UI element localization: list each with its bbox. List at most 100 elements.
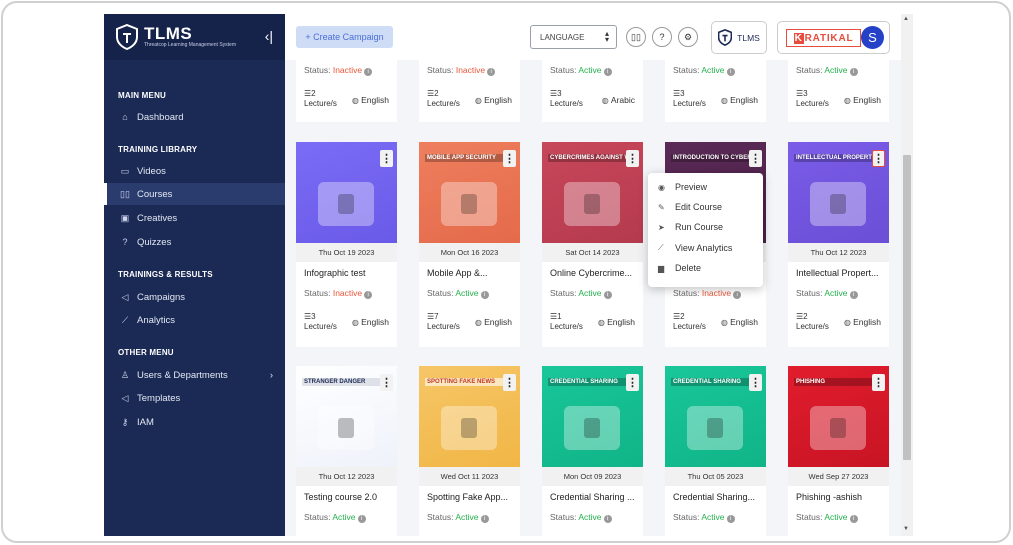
sidebar-item-templates[interactable]: ◁ Templates [104,387,285,409]
sidebar-item-iam[interactable]: ⚷ IAM [104,411,285,433]
info-icon[interactable]: i [357,515,366,523]
info-icon[interactable]: i [603,291,612,299]
course-card[interactable]: CREDENTIAL SHARING ⋮ Thu Oct 05 2023 Creden… [665,366,766,536]
course-card[interactable]: Status: Inactive i ☰2 Lecture/s ◍ English [419,60,520,122]
lecture-count: ☰2 Lecture/s [427,89,460,109]
info-icon[interactable]: i [733,291,742,299]
menu-item-edit-course[interactable]: ✎ Edit Course [658,202,722,212]
help-button[interactable]: ? [652,27,672,47]
course-language: ◍ English [844,317,881,327]
info-icon[interactable]: i [726,68,735,76]
avatar[interactable]: S [861,26,884,49]
create-campaign-button[interactable]: + Create Campaign [296,26,393,48]
lecture-count: ☰2 Lecture/s [304,89,337,109]
scrollbar[interactable]: ▲ ▼ [901,14,913,536]
sidebar-item-analytics[interactable]: ⟋ Analytics [104,309,285,331]
status-value: Active [824,65,848,75]
globe-icon: ◍ [601,96,611,105]
sidebar-item-quizzes[interactable]: ? Quizzes [104,231,285,253]
course-language-value: English [730,95,758,105]
course-card[interactable]: ⋮ Thu Oct 19 2023 Infographic test Status: … [296,142,397,347]
kebab-menu-button[interactable]: ⋮ [380,374,393,391]
course-card[interactable]: INTELLECTUAL PROPERT ⋮ Thu Oct 12 2023 Inte… [788,142,889,347]
settings-button[interactable]: ⚙ [678,27,698,47]
scroll-up-icon[interactable]: ▲ [903,16,909,22]
scrollbar-thumb[interactable] [903,155,911,460]
kebab-menu-button[interactable]: ⋮ [503,374,516,391]
course-thumbnail[interactable]: CREDENTIAL SHARING ⋮ [542,366,643,467]
course-thumbnail[interactable]: CREDENTIAL SHARING ⋮ [665,366,766,467]
info-icon[interactable]: i [480,291,489,299]
course-title: Mobile App &... [427,268,488,278]
status-prefix: Status: [304,65,331,75]
course-language: ◍ English [598,317,635,327]
sidebar-item-courses[interactable]: ▯▯ Courses [104,183,285,205]
book-button[interactable]: ▯▯ [626,27,646,47]
info-icon[interactable]: i [603,68,612,76]
info-icon[interactable]: i [480,515,489,523]
course-thumbnail[interactable]: MOBILE APP SECURITY ⋮ [419,142,520,243]
course-card[interactable]: STRANGER DANGER ⋮ Thu Oct 12 2023 Testing c… [296,366,397,536]
info-icon[interactable]: i [487,68,496,76]
menu-item-label: Run Course [675,222,724,232]
info-icon[interactable]: i [603,515,612,523]
menu-item-run-course[interactable]: ➤ Run Course [658,222,723,232]
scroll-down-icon[interactable]: ▼ [903,526,909,532]
course-status: Status: Active i [550,288,612,299]
course-language-value: English [361,95,389,105]
sidebar-item-videos[interactable]: ▭ Videos [104,160,285,182]
course-thumbnail[interactable]: STRANGER DANGER ⋮ [296,366,397,467]
course-card[interactable]: CREDENTIAL SHARING ⋮ Mon Oct 09 2023 Creden… [542,366,643,536]
globe-icon: ◍ [597,318,608,327]
menu-item-preview[interactable]: ◉ Preview [658,182,707,192]
menu-item-delete[interactable]: ▆ Delete [658,263,701,273]
sidebar-item-users-departments[interactable]: ♙ Users & Departments › [104,364,285,386]
lecture-suffix: Lecture/s [550,322,583,331]
course-card[interactable]: Status: Active i ☰3 Lecture/s ◍ English [665,60,766,122]
globe-icon: ◍ [720,318,731,327]
thumbnail-caption: INTRODUCTION TO CYBERCR [671,154,751,162]
company-profile-button[interactable]: K RATIKAL S [777,21,890,54]
menu-item-view-analytics[interactable]: ⟋ View Analytics [658,243,732,253]
product-switch-button[interactable]: TLMS [711,21,767,54]
info-icon[interactable]: i [849,68,858,76]
language-select[interactable]: LANGUAGE ▴ ▾ [530,25,617,49]
sidebar-item-dashboard[interactable]: ⌂ Dashboard [104,106,285,128]
info-icon[interactable]: i [849,515,858,523]
course-card[interactable]: Status: Inactive i ☰2 Lecture/s ◍ English [296,60,397,122]
lecture-suffix: Lecture/s [796,322,829,331]
info-icon[interactable]: i [364,291,373,299]
kebab-menu-button[interactable]: ⋮ [626,150,639,167]
kebab-menu-button[interactable]: ⋮ [626,374,639,391]
course-card[interactable]: PHISHING ⋮ Wed Sep 27 2023 Phishing -ashish… [788,366,889,536]
logo[interactable]: TLMS Threatcop Learning Management Syste… [104,14,285,60]
trash-icon: ▆ [658,263,665,273]
course-thumbnail[interactable]: PHISHING ⋮ [788,366,889,467]
course-thumbnail[interactable]: SPOTTING FAKE NEWS ⋮ [419,366,520,467]
info-icon[interactable]: i [849,291,858,299]
course-card[interactable]: Status: Active i ☰3 Lecture/s ◍ Arabic [542,60,643,122]
kebab-menu-button[interactable]: ⋮ [749,374,762,391]
info-icon[interactable]: i [364,68,373,76]
course-card[interactable]: MOBILE APP SECURITY ⋮ Mon Oct 16 2023 Mobil… [419,142,520,347]
course-card[interactable]: Status: Active i ☰3 Lecture/s ◍ English [788,60,889,122]
kebab-menu-button[interactable]: ⋮ [872,374,885,391]
info-icon[interactable]: i [726,515,735,523]
course-status: Status: Active i [796,512,858,523]
kebab-menu-button[interactable]: ⋮ [749,150,762,167]
collapse-sidebar-icon[interactable]: ‹| [265,28,273,44]
kebab-menu-button[interactable]: ⋮ [380,150,393,167]
kebab-menu-button[interactable]: ⋮ [503,150,516,167]
sidebar-item-creatives[interactable]: ▣ Creatives [104,207,285,229]
course-thumbnail[interactable]: INTELLECTUAL PROPERT ⋮ [788,142,889,243]
course-thumbnail[interactable]: ⋮ [296,142,397,243]
course-card[interactable]: SPOTTING FAKE NEWS ⋮ Wed Oct 11 2023 Spotti… [419,366,520,536]
language-select-label: LANGUAGE [540,32,585,42]
lecture-suffix: Lecture/s [673,322,706,331]
course-thumbnail[interactable]: CYBERCRIMES AGAINST WOM⋮ [542,142,643,243]
course-date: Wed Sep 27 2023 [788,467,889,486]
kebab-menu-button[interactable]: ⋮ [872,150,885,167]
course-card[interactable]: CYBERCRIMES AGAINST WOM⋮Sat Oct 14 2023O… [542,142,643,347]
sidebar-item-campaigns[interactable]: ◁ Campaigns [104,286,285,308]
lecture-count-value: 2 [680,312,685,321]
